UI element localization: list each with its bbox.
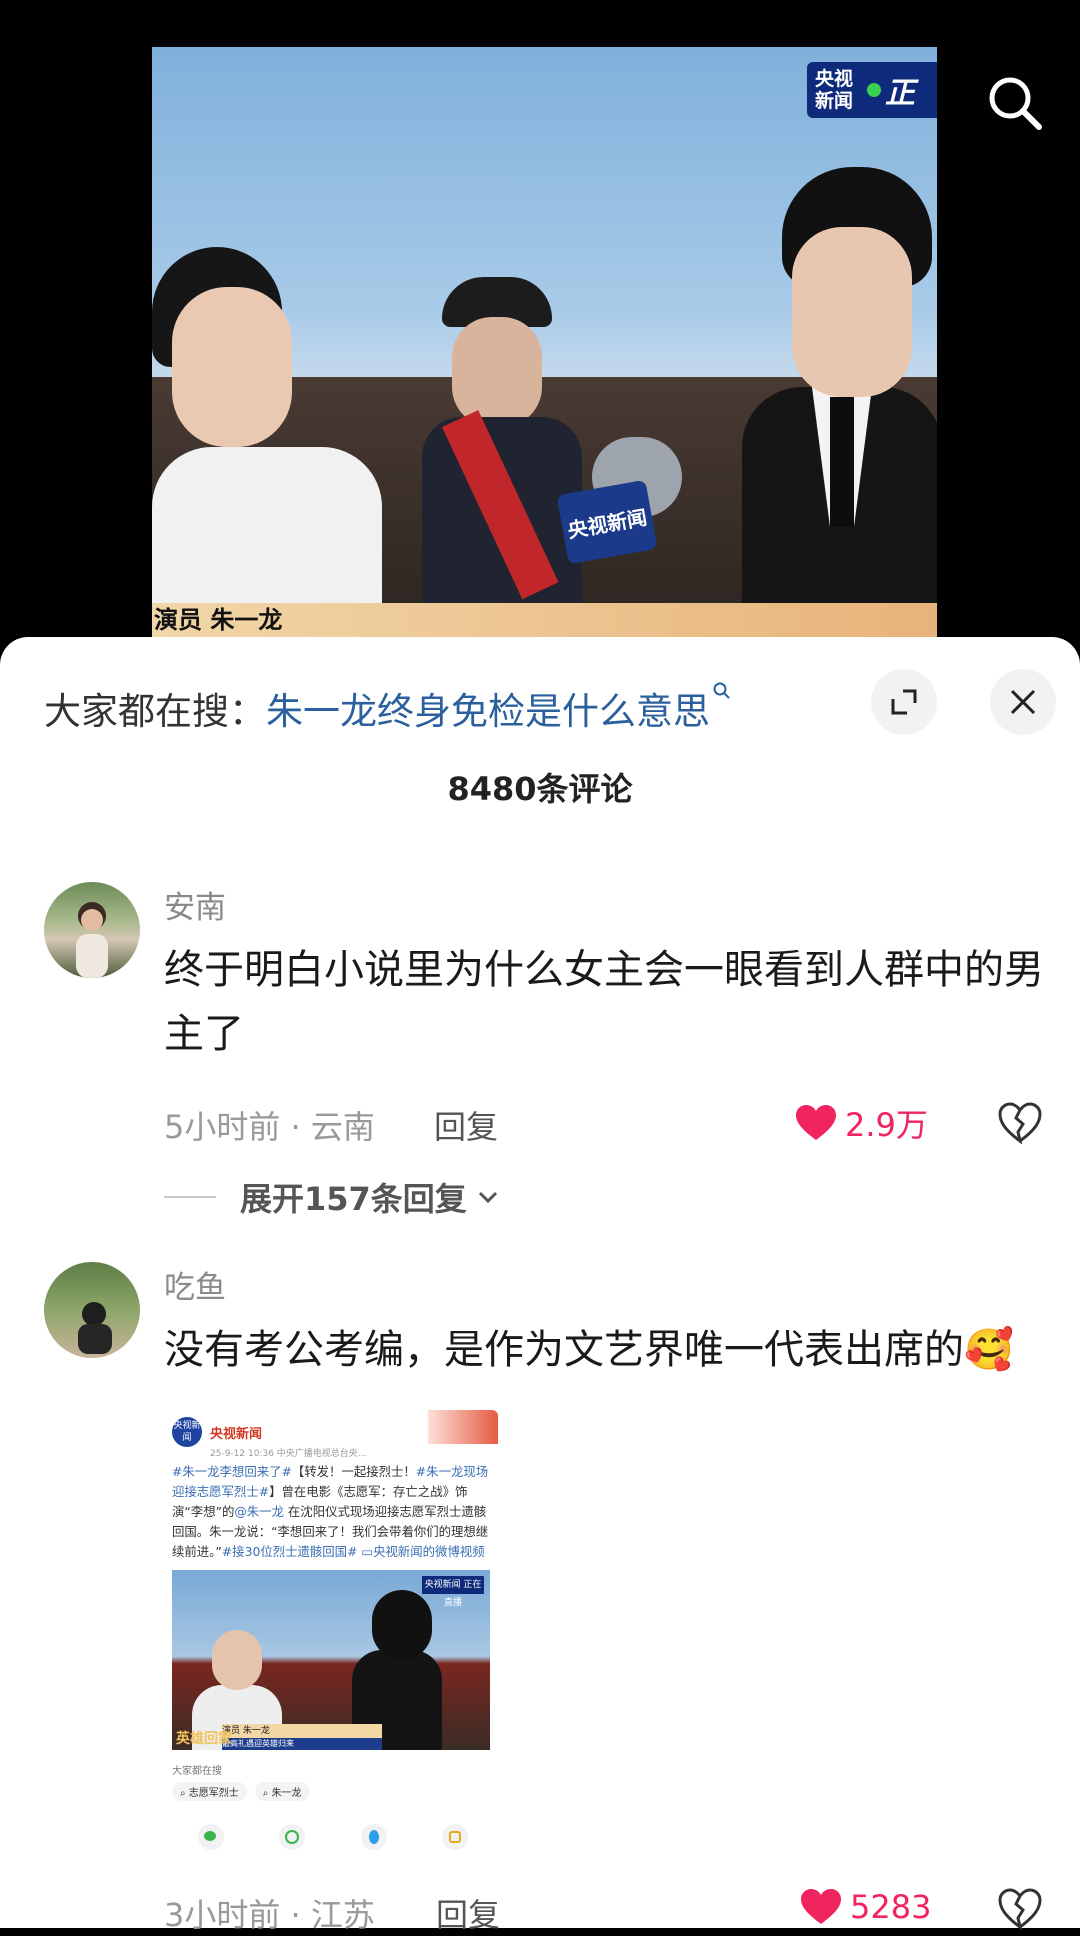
comment-text: 没有考公考编，是作为文艺界唯一代表出席的🥰 xyxy=(164,1327,1014,1373)
search-icon xyxy=(989,77,1042,130)
comment-username[interactable]: 吃鱼 xyxy=(164,1262,226,1307)
embedded-video: 央视新闻 正在直播 演员 朱一龙 最高礼遇迎英雄归来 英雄回家 xyxy=(172,1570,490,1750)
avatar[interactable] xyxy=(44,882,140,978)
avatar-figure xyxy=(76,902,108,978)
reply-button[interactable]: 回复 xyxy=(434,1102,498,1148)
reply-button[interactable]: 回复 xyxy=(436,1890,500,1936)
embedded-video-corner: 英雄回家 xyxy=(176,1731,232,1747)
expand-replies-label: 展开157条回复 xyxy=(240,1180,467,1218)
close-icon xyxy=(1010,689,1036,715)
video-caption: 演员 朱一龙 xyxy=(152,603,937,637)
mic-flag-label: 央视新闻 xyxy=(556,479,658,565)
chevron-down-icon xyxy=(478,1191,497,1204)
embedded-account-name: 央视新闻 xyxy=(210,1426,263,1442)
comment-item: 安南 终于明白小说里为什么女主会一眼看到人群中的男主了 5小时前 · 云南 回复… xyxy=(0,882,1080,1232)
expand-icon xyxy=(891,689,917,715)
like-button[interactable]: 5283 xyxy=(800,1888,931,1926)
reporter-figure xyxy=(152,247,452,637)
moments-icon xyxy=(279,1824,306,1850)
close-button[interactable] xyxy=(990,669,1056,735)
comments-count: 8480条评论 xyxy=(447,770,633,808)
embedded-chips: ⌕ 志愿军烈士 ⌕ 朱一龙 xyxy=(172,1782,318,1801)
embedded-video-badge: 央视新闻 正在直播 xyxy=(422,1576,484,1608)
hot-search-prefix: 大家都在搜： xyxy=(44,690,266,733)
embedded-body: #朱一龙李想回来了#【转发！一起接烈士！#朱一龙现场迎接志愿军烈士#】曾在电影《… xyxy=(172,1464,489,1559)
broken-heart-icon xyxy=(998,1102,1042,1145)
embedded-share-icons xyxy=(198,1824,468,1850)
comment-image[interactable]: 央视新闻 央视新闻 25-9-12 10:36 中央广播电视总台央... #朱一… xyxy=(168,1410,498,1880)
avatar-figure xyxy=(78,1302,112,1354)
search-button[interactable] xyxy=(985,73,1045,133)
avatar[interactable] xyxy=(44,1262,140,1358)
dislike-button[interactable] xyxy=(997,1102,1043,1145)
comment-username[interactable]: 安南 xyxy=(164,882,226,927)
comment-meta: 5小时前 · 云南 xyxy=(164,1108,375,1146)
hot-search-term[interactable]: 朱一龙终身免检是什么意思 xyxy=(266,690,710,733)
logo-text: 央视新闻 xyxy=(815,68,854,112)
comment-item: 吃鱼 没有考公考编，是作为文艺界唯一代表出席的🥰 央视新闻 央视新闻 25-9-… xyxy=(0,1262,1080,1934)
wechat-icon xyxy=(198,1824,224,1850)
like-button[interactable]: 2.9万 xyxy=(795,1100,928,1146)
heart-filled-icon xyxy=(796,1105,836,1140)
embedded-account-logo: 央视新闻 xyxy=(172,1417,202,1447)
embedded-time: 25-9-12 10:36 中央广播电视总台央... xyxy=(210,1449,367,1459)
heart-filled-icon xyxy=(801,1889,841,1924)
like-count: 2.9万 xyxy=(845,1106,928,1144)
divider-line xyxy=(164,1196,216,1198)
embedded-header: 央视新闻 央视新闻 xyxy=(172,1414,494,1450)
embedded-chip: ⌕ 志愿军烈士 xyxy=(172,1782,247,1801)
fullscreen-button[interactable] xyxy=(871,669,937,735)
cctv-news-logo: 央视新闻 正 xyxy=(807,62,937,118)
microphone: 央视新闻 xyxy=(556,437,682,565)
live-dot xyxy=(867,83,881,97)
expand-replies-button[interactable]: 展开157条回复 xyxy=(164,1174,501,1220)
video-frame[interactable]: 央视新闻 央视新闻 正 演员 朱一龙 xyxy=(152,47,937,637)
comment-meta: 3小时前 · 江苏 xyxy=(164,1896,375,1934)
video-player[interactable]: 央视新闻 央视新闻 正 演员 朱一龙 xyxy=(0,0,1080,640)
embedded-chip: ⌕ 朱一龙 xyxy=(254,1782,310,1801)
embedded-search-label: 大家都在搜 xyxy=(172,1766,222,1777)
broken-heart-icon xyxy=(998,1888,1042,1931)
mini-search-icon xyxy=(713,682,730,699)
hot-search-bar[interactable]: 大家都在搜：朱一龙终身免检是什么意思 xyxy=(44,681,732,735)
like-count: 5283 xyxy=(850,1888,932,1926)
dislike-button[interactable] xyxy=(997,1888,1043,1931)
embedded-video-subcaption: 最高礼遇迎英雄归来 xyxy=(222,1738,382,1750)
embedded-video-caption: 演员 朱一龙 xyxy=(222,1724,382,1738)
comments-sheet: 大家都在搜：朱一龙终身免检是什么意思 8480条评论 安南 终于明白小说里为什么… xyxy=(0,637,1080,1934)
link-icon xyxy=(441,1824,468,1850)
actor-figure xyxy=(632,167,937,637)
comment-text: 终于明白小说里为什么女主会一眼看到人群中的男主了 xyxy=(164,947,1044,1057)
qq-icon xyxy=(360,1824,387,1850)
logo-live-text: 正 xyxy=(885,76,915,111)
